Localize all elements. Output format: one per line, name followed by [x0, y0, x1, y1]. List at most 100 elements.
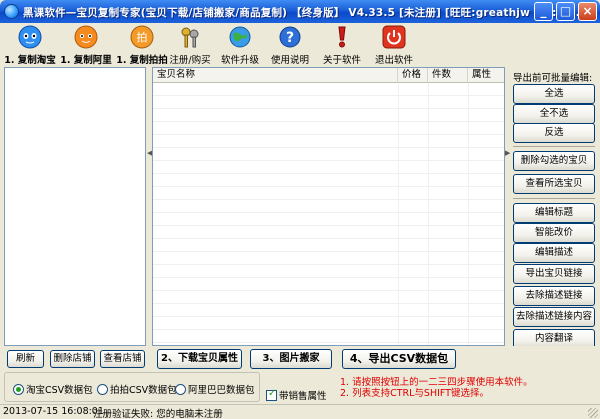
- column-divider: [468, 83, 469, 345]
- select-none-button[interactable]: 全不选: [513, 104, 595, 124]
- copy-alibaba-button[interactable]: 1. 复制阿里: [58, 25, 114, 66]
- face-blue-icon: [18, 25, 42, 49]
- export-links-button[interactable]: 导出宝贝链接: [513, 264, 595, 284]
- table-row: [153, 148, 504, 161]
- table-row: [153, 213, 504, 226]
- table-row: [153, 226, 504, 239]
- table-row: [153, 265, 504, 278]
- table-row: [153, 83, 504, 96]
- table-row: [153, 200, 504, 213]
- maximize-icon: □: [559, 4, 572, 18]
- export-csv-button[interactable]: 4、导出CSV数据包: [342, 349, 456, 369]
- usage-notes: 1. 请按照按钮上的一二三四步骤使用本软件。 2. 列表支持CTRL与SHIFT…: [340, 377, 533, 399]
- table-row: [153, 174, 504, 187]
- register-buy-button[interactable]: 注册/购买: [162, 25, 218, 66]
- select-all-button[interactable]: 全选: [513, 84, 595, 104]
- exit-button[interactable]: 退出软件: [366, 25, 422, 66]
- table-row: [153, 278, 504, 291]
- upgrade-button[interactable]: 软件升级: [212, 25, 268, 66]
- radio-taobao-csv[interactable]: 淘宝CSV数据包: [13, 382, 93, 396]
- status-datetime: 2013-07-15 16:08:01: [3, 406, 104, 417]
- sales-attr-label: 带销售属性: [279, 391, 327, 402]
- table-row: [153, 161, 504, 174]
- download-attributes-button[interactable]: 2、下载宝贝属性: [157, 349, 242, 369]
- radio-checked-icon: [13, 384, 24, 395]
- about-button[interactable]: 关于软件: [314, 25, 370, 66]
- view-selected-button[interactable]: 查看所选宝贝: [513, 174, 595, 194]
- close-icon: ×: [582, 4, 593, 18]
- invert-select-button[interactable]: 反选: [513, 123, 595, 143]
- svg-text:拍: 拍: [137, 30, 148, 44]
- table-row: [153, 239, 504, 252]
- separator: [513, 146, 595, 147]
- radio-alibaba-label: 阿里巴巴数据包: [188, 385, 255, 396]
- edit-desc-button[interactable]: 编辑描述: [513, 243, 595, 263]
- separator: [513, 198, 595, 199]
- resize-grip-icon[interactable]: [588, 408, 598, 418]
- table-row: [153, 135, 504, 148]
- column-header-name[interactable]: 宝贝名称: [153, 68, 398, 83]
- item-grid[interactable]: 宝贝名称 价格 件数 属性: [152, 67, 505, 346]
- maximize-button[interactable]: □: [556, 2, 575, 21]
- copy-taobao-button[interactable]: 1. 复制淘宝: [2, 25, 58, 66]
- copy-taobao-label: 1. 复制淘宝: [4, 55, 56, 66]
- table-row: [153, 330, 504, 343]
- power-icon: [382, 25, 406, 49]
- radio-unchecked-icon: [175, 384, 186, 395]
- toolbar: 1. 复制淘宝 1. 复制阿里 拍 1. 复制拍拍 注册/购买 软件升级 ? 使…: [0, 23, 600, 66]
- batch-edit-panel: 导出前可批量编辑: 全选 全不选 反选 删除勾选的宝贝 查看所选宝贝 编辑标题 …: [510, 67, 598, 346]
- shop-list[interactable]: [4, 67, 146, 346]
- column-divider: [428, 83, 429, 345]
- radio-unchecked-icon: [97, 384, 108, 395]
- table-row: [153, 317, 504, 330]
- exclamation-icon: [338, 26, 346, 48]
- app-icon: [4, 4, 19, 19]
- help-icon: ?: [279, 26, 301, 48]
- table-row: [153, 122, 504, 135]
- edit-title-button[interactable]: 编辑标题: [513, 203, 595, 223]
- delete-shop-button[interactable]: 删除店铺: [50, 350, 95, 368]
- table-row: [153, 291, 504, 304]
- table-row: [153, 187, 504, 200]
- batch-edit-caption: 导出前可批量编辑:: [513, 73, 593, 84]
- help-label: 使用说明: [270, 55, 309, 66]
- column-divider: [398, 83, 399, 345]
- table-row: [153, 252, 504, 265]
- radio-paipai-csv[interactable]: 拍拍CSV数据包: [97, 382, 177, 396]
- checkbox-checked-icon: [266, 388, 277, 401]
- column-header-price[interactable]: 价格: [398, 68, 428, 83]
- register-buy-label: 注册/购买: [169, 55, 211, 66]
- image-move-button[interactable]: 3、图片搬家: [250, 349, 332, 369]
- delete-checked-button[interactable]: 删除勾选的宝贝: [513, 151, 595, 171]
- minimize-icon: _: [540, 4, 547, 18]
- help-button[interactable]: ? 使用说明: [262, 25, 318, 66]
- svg-text:?: ?: [286, 30, 294, 46]
- table-row: [153, 109, 504, 122]
- note-line-1: 1. 请按照按钮上的一二三四步骤使用本软件。: [340, 377, 533, 388]
- copy-alibaba-label: 1. 复制阿里: [60, 55, 112, 66]
- sales-attr-checkbox[interactable]: 带销售属性: [266, 388, 327, 402]
- table-row: [153, 304, 504, 317]
- note-line-2: 2. 列表支持CTRL与SHIFT键选择。: [340, 388, 489, 399]
- translate-button[interactable]: 内容翻译: [513, 329, 595, 346]
- title-bar[interactable]: 黑课软件—宝贝复制专家(宝贝下载/店铺搬家/商品复制) 【终身版】 V4.33.…: [0, 0, 600, 23]
- column-header-attr[interactable]: 属性: [468, 68, 504, 83]
- minimize-button[interactable]: _: [534, 2, 553, 21]
- status-bar: 2013-07-15 16:08:01 注册验证失败: 您的电脑未注册: [0, 404, 600, 419]
- export-format-group: 淘宝CSV数据包 拍拍CSV数据包 阿里巴巴数据包: [4, 372, 260, 402]
- about-label: 关于软件: [322, 55, 361, 66]
- smart-price-button[interactable]: 智能改价: [513, 223, 595, 243]
- grid-header: 宝贝名称 价格 件数 属性: [153, 68, 504, 83]
- radio-paipai-label: 拍拍CSV数据包: [110, 385, 177, 396]
- radio-alibaba[interactable]: 阿里巴巴数据包: [175, 382, 255, 396]
- view-shop-button[interactable]: 查看店铺: [100, 350, 145, 368]
- remove-desc-links-button[interactable]: 去除描述链接: [513, 286, 595, 306]
- refresh-button[interactable]: 刷新: [7, 350, 44, 368]
- remove-desc-link-content-button[interactable]: 去除描述链接内容: [513, 307, 595, 327]
- close-button[interactable]: ×: [578, 2, 597, 21]
- radio-taobao-label: 淘宝CSV数据包: [26, 385, 93, 396]
- globe-icon: [229, 26, 251, 48]
- status-message: 注册验证失败: 您的电脑未注册: [93, 409, 223, 419]
- column-header-qty[interactable]: 件数: [428, 68, 468, 83]
- keys-icon: [181, 27, 199, 48]
